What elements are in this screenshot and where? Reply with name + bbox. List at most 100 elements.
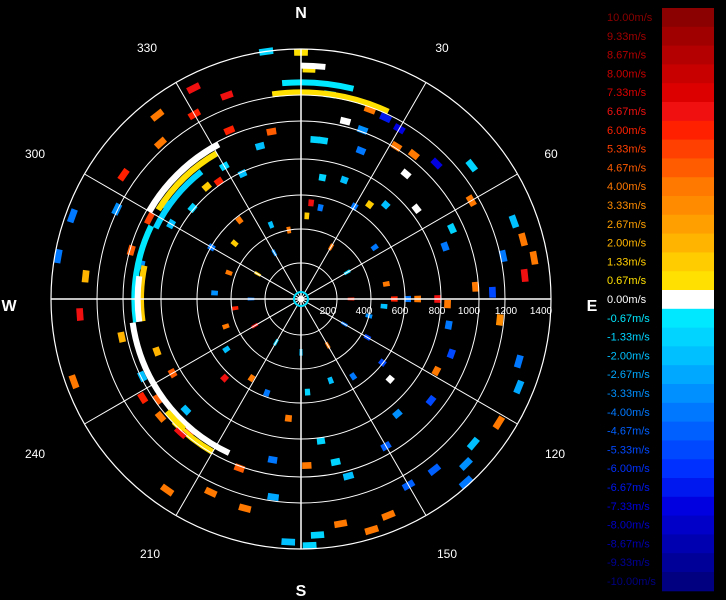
velocity-bin: [302, 541, 317, 549]
legend-label: 5.33m/s: [607, 144, 647, 156]
velocity-bin: [508, 214, 520, 229]
velocity-bin: [440, 241, 450, 252]
velocity-bins: [53, 47, 539, 549]
legend-swatch: [662, 478, 714, 498]
compass-south: S: [296, 583, 307, 600]
bearing-label-30: 30: [435, 41, 449, 55]
legend-label: 3.33m/s: [607, 200, 647, 212]
velocity-bin: [446, 348, 456, 360]
legend-label: -7.33m/s: [607, 501, 650, 513]
velocity-bin: [159, 483, 175, 497]
legend-swatch: [662, 402, 714, 423]
velocity-bin: [382, 280, 391, 287]
legend-label: 6.00m/s: [607, 125, 647, 137]
velocity-bin: [430, 157, 443, 170]
velocity-bin: [381, 509, 396, 521]
velocity-bin: [425, 394, 437, 407]
legend-label: 0.67m/s: [607, 275, 647, 287]
velocity-bin: [466, 436, 480, 451]
velocity-bin: [385, 374, 395, 385]
legend-swatch: [662, 308, 714, 329]
velocity-arc: [138, 265, 148, 322]
velocity-bin: [392, 408, 403, 420]
legend-swatch: [662, 572, 714, 592]
legend-label: 8.00m/s: [607, 68, 647, 80]
legend-label: -4.67m/s: [607, 426, 650, 438]
legend-swatch: [662, 102, 714, 122]
velocity-bin: [254, 141, 266, 151]
velocity-bin: [465, 158, 479, 173]
velocity-bin: [302, 462, 312, 469]
velocity-bin: [318, 173, 327, 182]
legend-swatch: [662, 233, 714, 253]
velocity-bin: [220, 90, 234, 101]
legend-label: -6.67m/s: [607, 482, 650, 494]
legend-swatch: [662, 158, 714, 178]
legend-label: 8.67m/s: [607, 50, 647, 62]
velocity-bin: [76, 308, 84, 321]
velocity-bin: [370, 243, 379, 252]
velocity-bin: [349, 372, 358, 381]
velocity-bin: [230, 239, 239, 248]
legend-swatch: [662, 365, 714, 385]
velocity-bin: [304, 212, 310, 220]
legend-swatch: [662, 496, 714, 517]
velocity-bin: [444, 320, 453, 330]
velocity-legend: 10.00m/s 9.33m/s 8.67m/s 8.00m/s 7.33m/s 6.67…: [607, 8, 714, 592]
legend-swatch: [662, 290, 714, 310]
legend-label: 2.00m/s: [607, 238, 647, 250]
velocity-bin: [513, 354, 524, 369]
bearing-label-150: 150: [437, 547, 457, 561]
legend-swatch: [662, 440, 714, 460]
velocity-bin: [318, 136, 329, 145]
velocity-bin: [411, 203, 422, 214]
legend-label: 4.67m/s: [607, 162, 647, 174]
origin-center: [298, 296, 304, 302]
velocity-bin: [379, 112, 393, 124]
legend-swatch: [662, 534, 714, 554]
legend-label: 10.00m/s: [607, 12, 653, 24]
velocity-bin: [267, 492, 280, 502]
range-label: 200: [320, 306, 337, 317]
legend-swatch: [662, 64, 714, 84]
velocity-bin: [201, 181, 212, 192]
velocity-bin: [187, 202, 198, 214]
range-label: 600: [392, 306, 409, 317]
velocity-bin: [284, 414, 293, 422]
legend-label: 4.00m/s: [607, 181, 647, 193]
legend-swatch: [662, 553, 714, 573]
velocity-bin: [327, 376, 335, 385]
legend-swatch: [662, 384, 714, 404]
legend-label: -9.33m/s: [607, 557, 650, 569]
bearing-label-300: 300: [25, 147, 45, 161]
velocity-bin: [513, 379, 525, 395]
velocity-bin: [304, 388, 311, 396]
legend-label: -2.00m/s: [607, 350, 650, 362]
velocity-bin: [492, 415, 506, 430]
velocity-bin: [266, 127, 277, 136]
velocity-bin: [339, 175, 349, 185]
legend-label: 6.67m/s: [607, 106, 647, 118]
legend-swatch: [662, 45, 714, 65]
velocity-bin: [364, 524, 380, 536]
bearing-label-60: 60: [544, 147, 558, 161]
legend-swatch: [662, 83, 714, 103]
legend-label: 1.33m/s: [607, 256, 647, 268]
range-label: 1000: [458, 306, 481, 317]
legend-swatch: [662, 139, 714, 159]
velocity-bin: [310, 135, 320, 144]
velocity-bin: [221, 323, 230, 330]
velocity-bin: [238, 503, 252, 514]
velocity-bin: [520, 268, 529, 282]
legend-label: -6.00m/s: [607, 463, 650, 475]
velocity-bin: [529, 250, 539, 265]
range-labels: 200 400 600 800 1000 1200 1400: [320, 306, 553, 317]
legend-swatch: [662, 252, 714, 272]
compass-north: N: [295, 5, 307, 22]
legend-label: -0.67m/s: [607, 313, 650, 325]
range-label: 400: [356, 306, 373, 317]
velocity-bin: [267, 220, 275, 229]
legend-swatch: [662, 26, 714, 47]
velocity-bin: [211, 290, 219, 296]
legend-swatch: [662, 196, 714, 216]
